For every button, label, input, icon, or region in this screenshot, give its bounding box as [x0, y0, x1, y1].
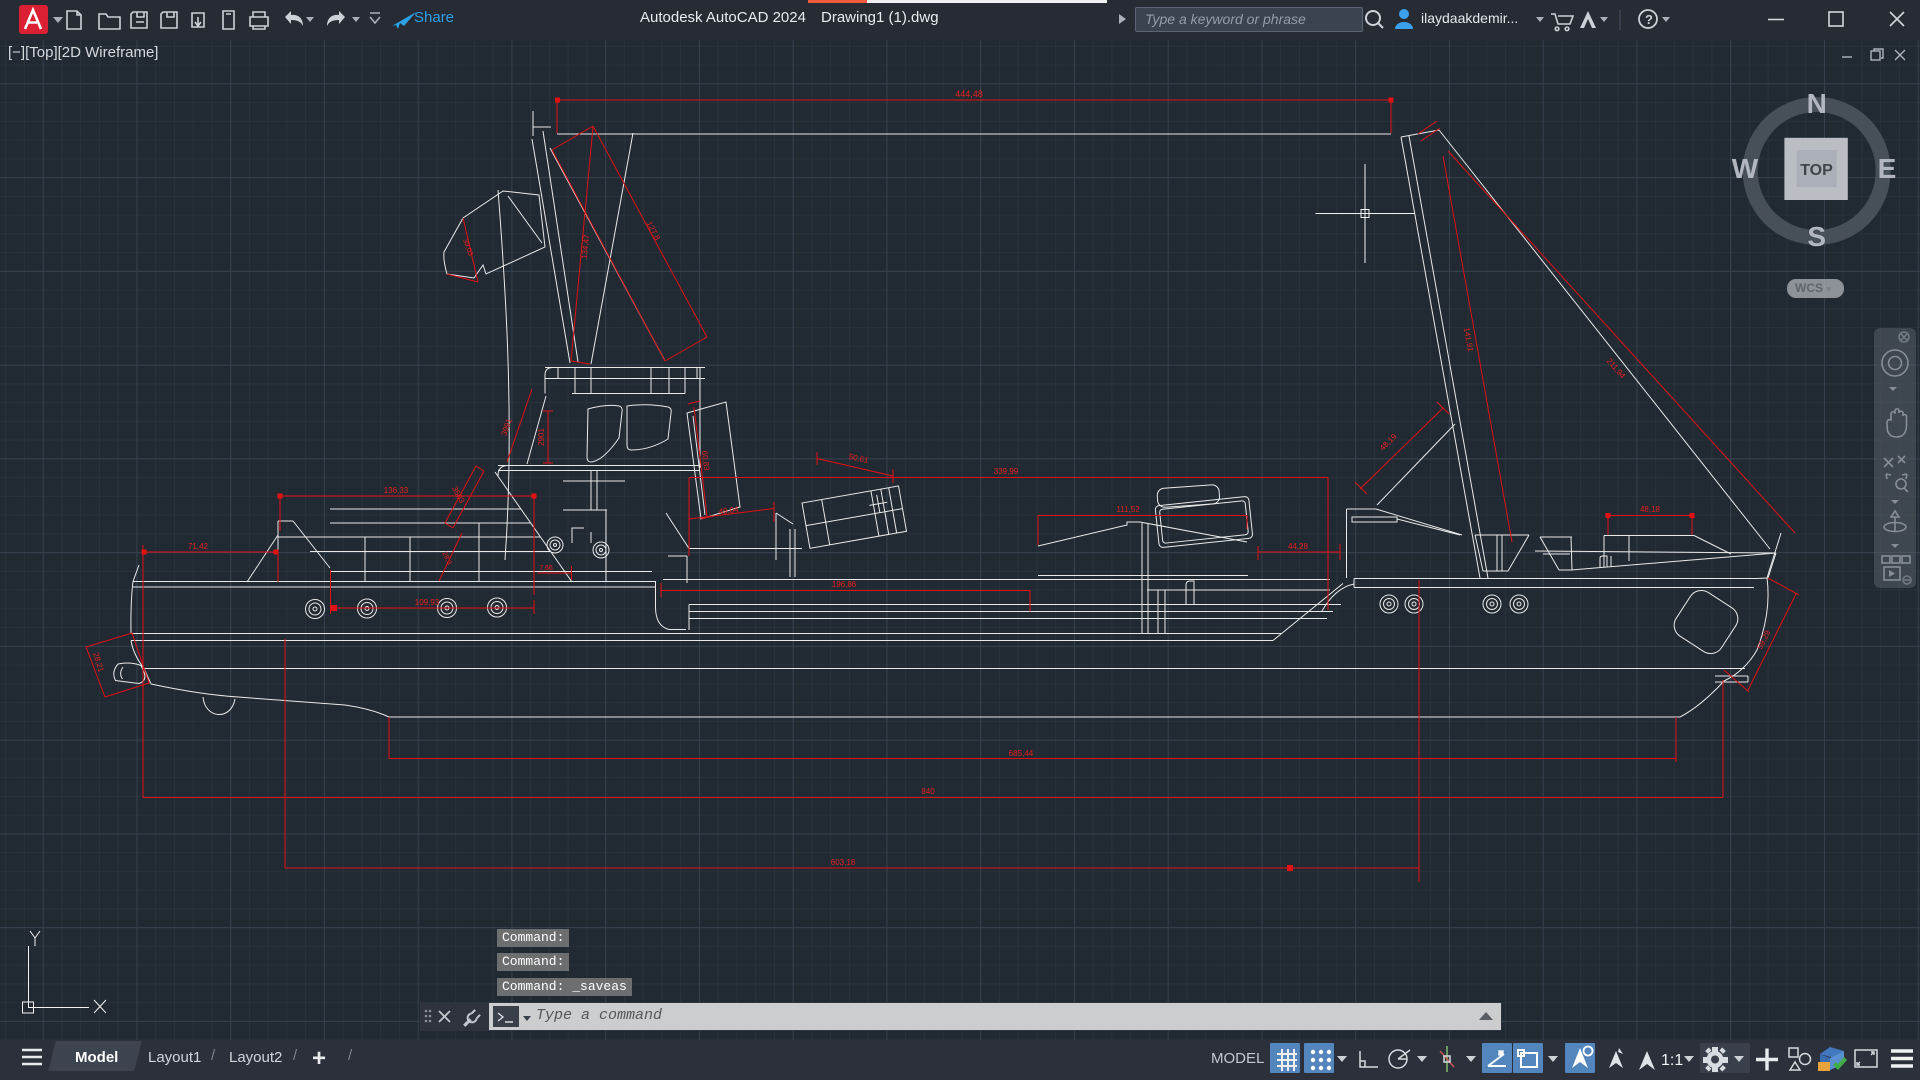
svg-text:TOP: TOP: [1800, 162, 1833, 179]
svg-text:44,28: 44,28: [1288, 542, 1309, 551]
svg-text:444,48: 444,48: [955, 89, 983, 99]
svg-text:28,21: 28,21: [91, 651, 106, 673]
svg-text:W: W: [1732, 153, 1759, 184]
svg-text:127,8: 127,8: [645, 220, 663, 242]
svg-text:59,29: 59,29: [1755, 628, 1772, 650]
svg-text:50,61: 50,61: [848, 452, 870, 465]
svg-text:111,52: 111,52: [1116, 505, 1140, 514]
svg-text:48,19: 48,19: [1378, 432, 1399, 453]
svg-text:3991: 3991: [499, 417, 514, 437]
svg-text:109,93: 109,93: [415, 598, 440, 607]
svg-text:196,86: 196,86: [832, 580, 857, 589]
svg-text:S: S: [1807, 221, 1826, 252]
svg-text:39,03: 39,03: [461, 238, 474, 257]
svg-text:603,18: 603,18: [831, 858, 856, 867]
svg-text:339,99: 339,99: [994, 467, 1019, 476]
svg-text:1:1: 1:1: [1661, 1052, 1683, 1069]
svg-text:141,91: 141,91: [1462, 327, 1475, 353]
svg-text:N: N: [1807, 88, 1827, 119]
svg-text:134,47: 134,47: [580, 234, 592, 260]
svg-text:71,42: 71,42: [188, 542, 209, 551]
svg-text:E: E: [1878, 153, 1897, 184]
svg-text:49,04: 49,04: [718, 505, 740, 517]
svg-text:840: 840: [921, 787, 935, 796]
svg-text:211,94: 211,94: [1605, 356, 1628, 380]
svg-text:2901: 2901: [537, 428, 546, 446]
svg-text:136,33: 136,33: [384, 486, 409, 495]
svg-text:?: ?: [1645, 12, 1653, 27]
svg-text:28,3: 28,3: [440, 551, 452, 566]
svg-text:7,66: 7,66: [539, 565, 553, 572]
svg-text:685,44: 685,44: [1009, 749, 1034, 758]
svg-text:48,18: 48,18: [1640, 505, 1661, 514]
